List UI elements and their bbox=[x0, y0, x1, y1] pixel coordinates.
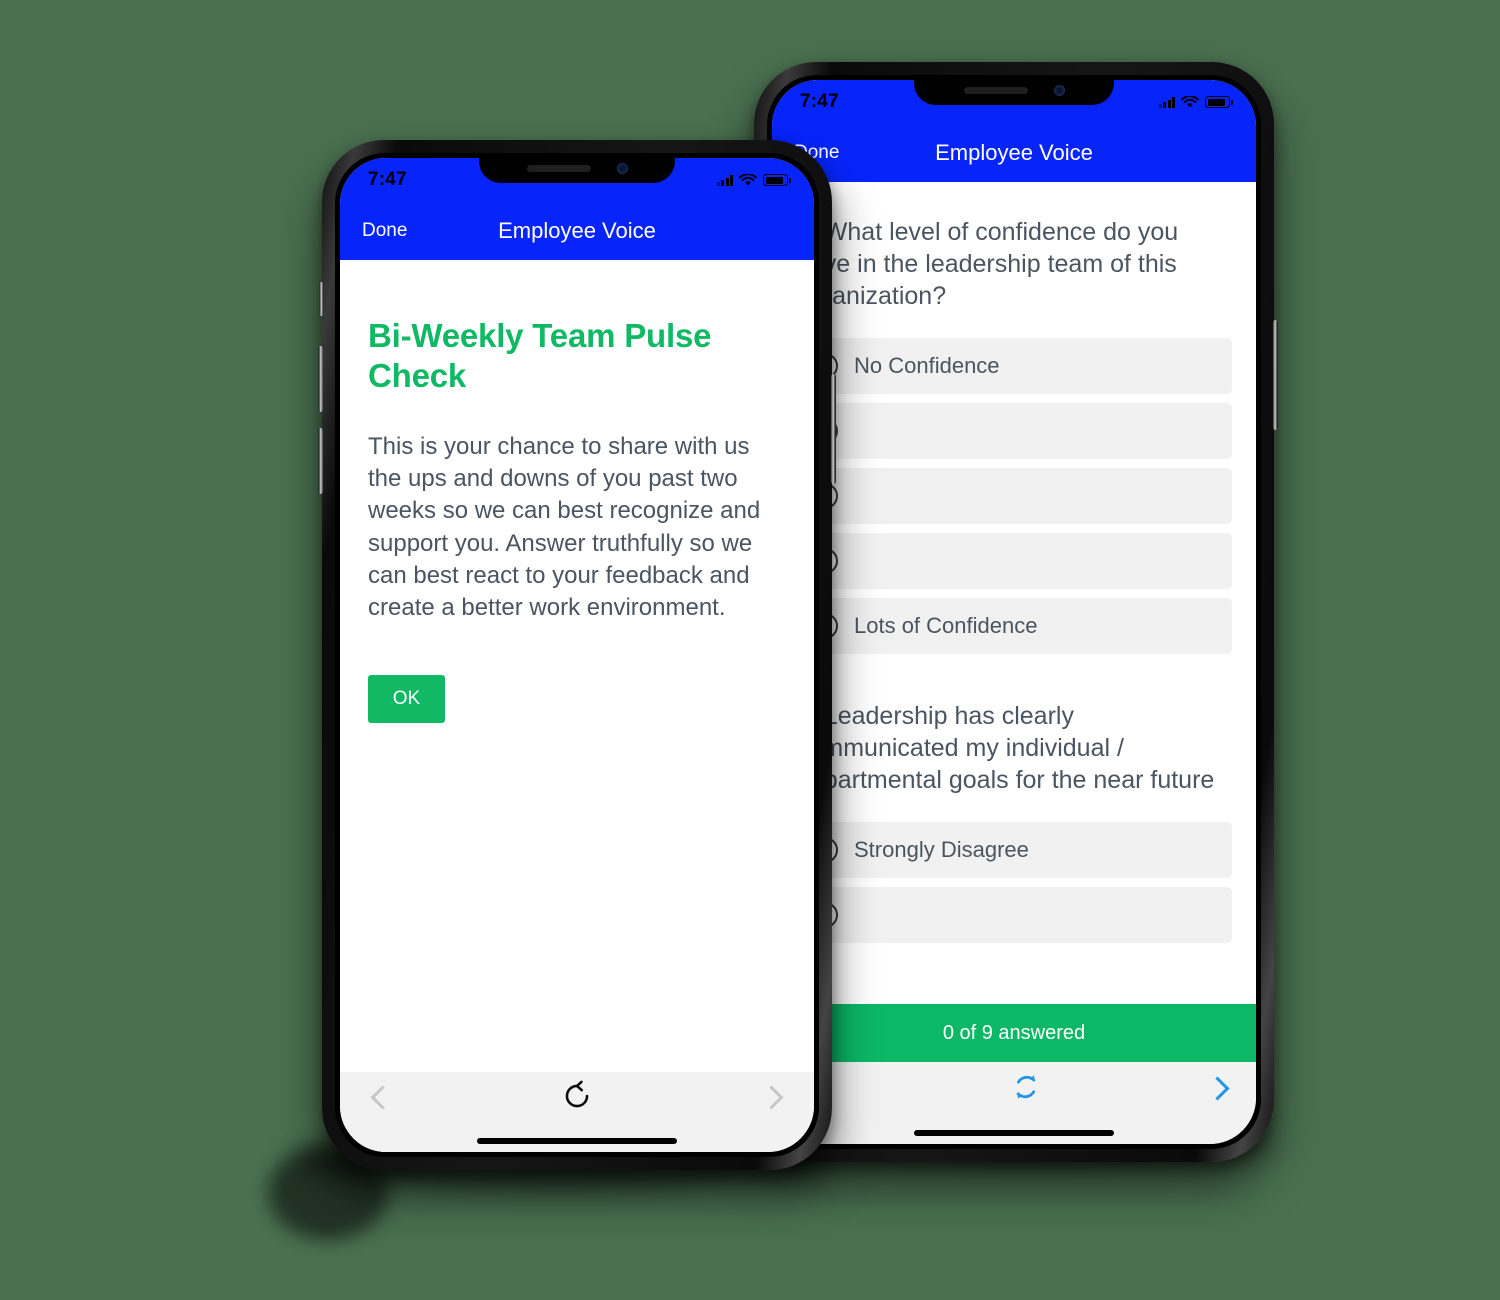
front-camera-icon bbox=[616, 162, 628, 174]
intro-content: Bi-Weekly Team Pulse Check This is your … bbox=[340, 260, 814, 1072]
silent-switch-front[interactable] bbox=[319, 282, 323, 316]
option-row[interactable]: No Confidence bbox=[796, 338, 1232, 394]
survey-content: 1. What level of confidence do you have … bbox=[772, 182, 1256, 1004]
cellular-signal-icon bbox=[1158, 96, 1175, 108]
reload-icon[interactable] bbox=[1009, 1070, 1043, 1104]
forward-button-front[interactable] bbox=[759, 1084, 784, 1110]
volume-up-button-front[interactable] bbox=[318, 346, 323, 412]
option-label: Strongly Disagree bbox=[854, 837, 1029, 862]
status-time-back: 7:47 bbox=[800, 91, 839, 112]
survey-heading: Bi-Weekly Team Pulse Check bbox=[368, 317, 712, 395]
earpiece-speaker-icon bbox=[963, 86, 1028, 94]
browser-toolbar-front bbox=[340, 1072, 814, 1152]
home-indicator-back bbox=[914, 1130, 1114, 1136]
option-row[interactable] bbox=[796, 403, 1232, 459]
home-indicator-front bbox=[477, 1138, 677, 1144]
back-button-front[interactable] bbox=[370, 1084, 395, 1110]
scene: 7:47 Done Employee Voice 1. What level o… bbox=[0, 0, 1500, 1300]
notch-back bbox=[914, 75, 1114, 105]
nav-bar-back: Done Employee Voice bbox=[772, 124, 1256, 182]
intro-panel: Bi-Weekly Team Pulse Check This is your … bbox=[340, 260, 814, 723]
option-label: No Confidence bbox=[854, 353, 1000, 378]
question-text-1: 1. What level of confidence do you have … bbox=[796, 218, 1179, 310]
survey-description: This is your chance to share with us the… bbox=[368, 432, 761, 622]
phone-bezel-front: 7:47 Done Employee Voice Bi-Weekly Team … bbox=[335, 153, 819, 1157]
option-row[interactable] bbox=[796, 887, 1232, 943]
reload-icon[interactable] bbox=[559, 1078, 595, 1114]
progress-banner: 0 of 9 answered bbox=[772, 1004, 1256, 1062]
phone-device-back: 7:47 Done Employee Voice 1. What level o… bbox=[750, 62, 1278, 1162]
status-icons-front bbox=[716, 173, 791, 187]
nav-bar-front: Done Employee Voice bbox=[340, 202, 814, 260]
question-block-1: 1. What level of confidence do you have … bbox=[796, 216, 1232, 654]
browser-toolbar-back bbox=[772, 1062, 1256, 1144]
status-icons-back bbox=[1158, 95, 1233, 109]
phone-device-front: 7:47 Done Employee Voice Bi-Weekly Team … bbox=[318, 140, 836, 1170]
notch-front bbox=[479, 153, 675, 183]
option-row[interactable]: Lots of Confidence bbox=[796, 598, 1232, 654]
option-row[interactable]: Strongly Disagree bbox=[796, 822, 1232, 878]
question-text-2: 2. Leadership has clearly communicated m… bbox=[796, 702, 1215, 794]
option-row[interactable] bbox=[796, 468, 1232, 524]
ok-button[interactable]: OK bbox=[368, 674, 445, 723]
front-camera-icon bbox=[1053, 84, 1065, 96]
power-button-back[interactable] bbox=[1273, 320, 1278, 430]
question-block-2: 2. Leadership has clearly communicated m… bbox=[796, 700, 1232, 943]
page-title-front: Employee Voice bbox=[498, 218, 656, 243]
survey-form: 1. What level of confidence do you have … bbox=[772, 182, 1256, 943]
option-label: Lots of Confidence bbox=[854, 613, 1038, 638]
screen-back: 7:47 Done Employee Voice 1. What level o… bbox=[772, 80, 1256, 1144]
wifi-icon bbox=[739, 173, 757, 185]
option-row[interactable] bbox=[796, 533, 1232, 589]
done-button-front[interactable]: Done bbox=[362, 220, 407, 242]
battery-icon bbox=[1205, 96, 1233, 108]
phone-bezel-back: 7:47 Done Employee Voice 1. What level o… bbox=[767, 75, 1261, 1149]
earpiece-speaker-icon bbox=[526, 164, 591, 172]
cellular-signal-icon bbox=[716, 174, 733, 186]
volume-down-button-front[interactable] bbox=[318, 428, 323, 494]
forward-button-back[interactable] bbox=[1205, 1075, 1230, 1101]
screen-front: 7:47 Done Employee Voice Bi-Weekly Team … bbox=[340, 158, 814, 1152]
page-title-back: Employee Voice bbox=[935, 140, 1093, 165]
battery-icon bbox=[763, 174, 791, 186]
power-button-front[interactable] bbox=[831, 374, 836, 484]
wifi-icon bbox=[1181, 95, 1199, 107]
status-time-front: 7:47 bbox=[368, 169, 407, 190]
